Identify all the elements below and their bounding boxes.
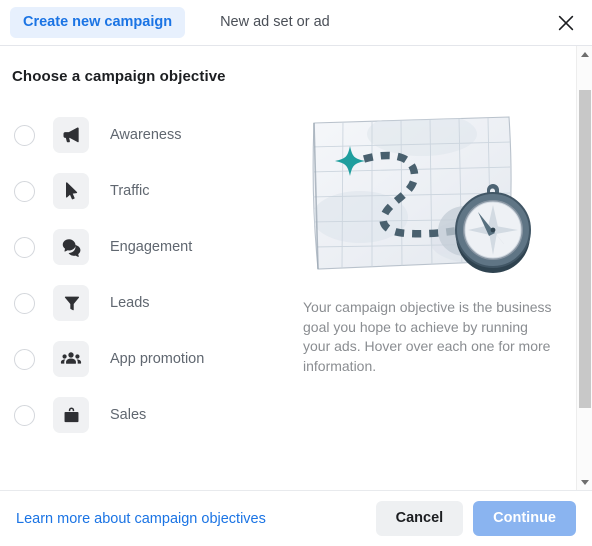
page-title: Choose a campaign objective [12,68,226,85]
map-with-compass-illustration [312,116,531,273]
funnel-icon [53,285,89,321]
create-campaign-dialog: Create new campaign New ad set or ad Cho… [0,0,592,546]
objective-row-engagement[interactable]: Engagement [8,219,300,275]
learn-more-link[interactable]: Learn more about campaign objectives [16,511,266,527]
objective-list: Awareness Traffic Engagement Leads App p… [0,107,300,443]
scroll-content: Choose a campaign objective Awareness Tr… [0,46,576,490]
objective-row-traffic[interactable]: Traffic [8,163,300,219]
objective-row-sales[interactable]: Sales [8,387,300,443]
cursor-icon [53,173,89,209]
objective-label: Engagement [110,239,193,255]
shopping-bag-icon [53,397,89,433]
radio-traffic[interactable] [14,180,35,202]
objective-row-leads[interactable]: Leads [8,275,300,331]
objective-label: App promotion [110,351,205,367]
radio-awareness[interactable] [14,124,35,146]
caret-up-icon[interactable] [577,46,592,62]
dialog-body: Choose a campaign objective Awareness Tr… [0,46,592,490]
people-icon [53,341,89,377]
continue-button[interactable]: Continue [473,500,576,537]
dialog-header: Create new campaign New ad set or ad [0,0,592,46]
radio-app-promotion[interactable] [14,348,35,370]
close-icon[interactable] [552,9,580,37]
cancel-button[interactable]: Cancel [375,500,464,537]
objective-info-panel: Your campaign objective is the business … [300,107,576,443]
objective-description: Your campaign objective is the business … [303,299,552,374]
objective-row-app-promotion[interactable]: App promotion [8,331,300,387]
objective-label: Sales [110,407,147,423]
megaphone-icon [53,117,89,153]
chat-bubbles-icon [53,229,89,265]
tab-new-ad-set-or-ad[interactable]: New ad set or ad [207,7,343,38]
objective-row-awareness[interactable]: Awareness [8,107,300,163]
radio-leads[interactable] [14,292,35,314]
tab-create-new-campaign[interactable]: Create new campaign [10,7,186,38]
dialog-footer: Learn more about campaign objectives Can… [0,490,592,546]
scrollbar-track[interactable] [577,62,592,474]
objective-label: Awareness [110,127,182,143]
radio-engagement[interactable] [14,236,35,258]
objective-label: Traffic [110,183,150,199]
radio-sales[interactable] [14,404,35,426]
vertical-scrollbar[interactable] [576,46,592,490]
caret-down-icon[interactable] [577,474,592,490]
footer-actions: Cancel Continue [375,500,576,537]
scrollbar-thumb[interactable] [578,90,591,408]
objective-label: Leads [110,295,150,311]
